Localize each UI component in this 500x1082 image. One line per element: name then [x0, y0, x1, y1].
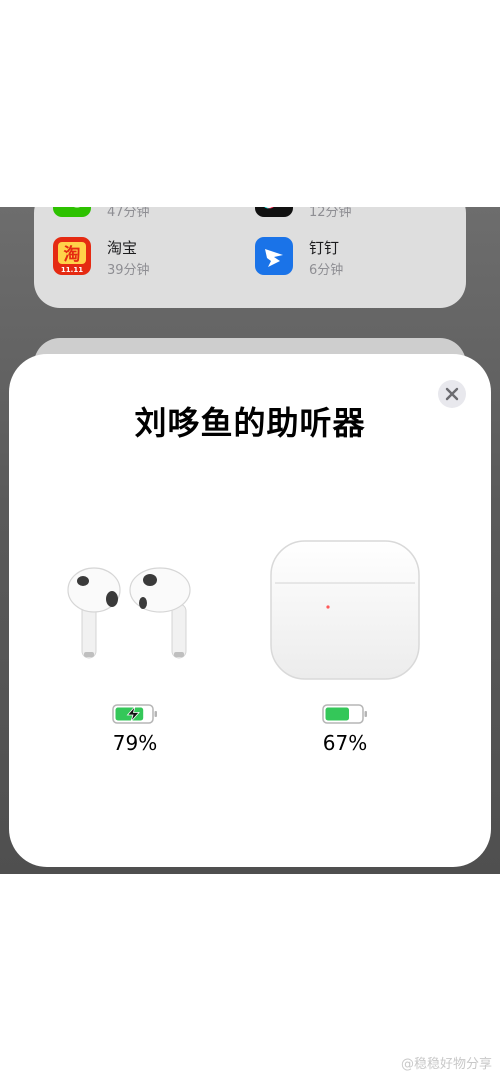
app-time: 12分钟: [309, 207, 352, 220]
airpods-battery-popup: 刘哆鱼的助听器 79% 67%: [9, 354, 491, 867]
app-name: 淘宝: [107, 239, 138, 257]
app-usage-dingtalk[interactable]: 钉钉 6分钟: [255, 237, 435, 281]
app-name: 钉钉: [309, 239, 340, 257]
screen-time-widget[interactable]: 微信 47分钟 抖音 12分钟 淘: [34, 207, 466, 308]
app-time: 6分钟: [309, 263, 344, 278]
bottom-area: @稳稳好物分享: [0, 874, 500, 1082]
svg-text:淘: 淘: [64, 244, 81, 265]
earbuds-icon: [64, 564, 196, 666]
phone-screen: 微信 47分钟 抖音 12分钟 淘: [0, 207, 500, 874]
app-usage-douyin[interactable]: 抖音 12分钟: [255, 207, 435, 223]
app-time: 47分钟: [107, 207, 150, 220]
app-usage-taobao[interactable]: 淘 11.11 淘宝 39分钟: [53, 237, 233, 281]
app-time: 39分钟: [107, 263, 150, 278]
app-usage-wechat[interactable]: 微信 47分钟: [53, 207, 233, 223]
svg-text:11.11: 11.11: [61, 266, 83, 274]
case-battery-percent: 67%: [322, 731, 368, 755]
battery-icon: [322, 704, 367, 724]
taobao-icon: 淘 11.11: [53, 237, 91, 275]
charging-case-icon: [267, 537, 423, 687]
wechat-icon: [53, 207, 91, 217]
earbuds-battery-percent: 79%: [112, 731, 158, 755]
watermark: @稳稳好物分享: [400, 1057, 492, 1072]
earbuds-battery: 79%: [80, 704, 190, 755]
case-battery: 67%: [290, 704, 400, 755]
douyin-icon: [255, 207, 293, 217]
device-name-title: 刘哆鱼的助听器: [134, 404, 366, 442]
dingtalk-icon: [255, 237, 293, 275]
battery-charging-icon: [112, 704, 157, 724]
